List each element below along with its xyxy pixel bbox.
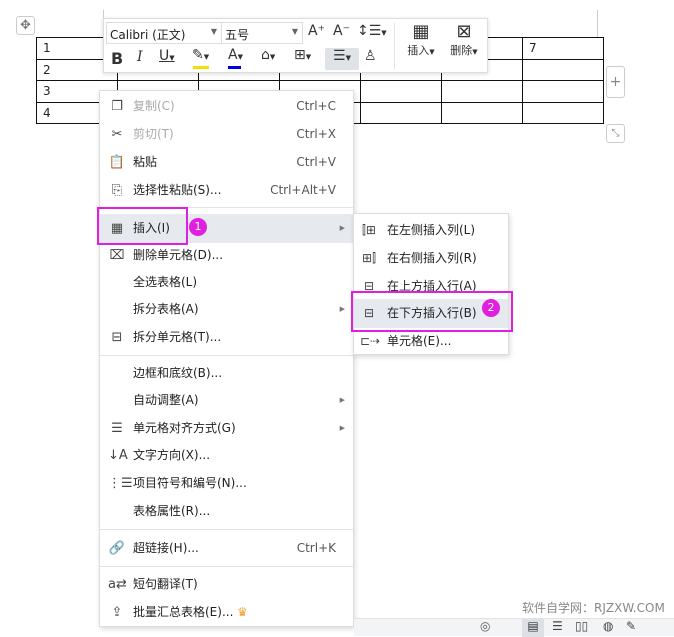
step-badge-1: 1: [189, 218, 207, 236]
shading-icon[interactable]: ⌂▼: [261, 47, 275, 63]
menu-item-cut[interactable]: ✂ 剪切(T) Ctrl+X: [100, 121, 353, 148]
reading-view-icon[interactable]: ▯▯: [575, 619, 588, 633]
insert-column-right-icon: ⊞⫿: [362, 251, 376, 265]
grow-font-icon[interactable]: A⁺: [308, 23, 325, 39]
copy-icon: ❐: [111, 99, 123, 114]
submenu-item-insert-left[interactable]: ⫿⊞ 在左侧插入列(L): [354, 216, 508, 244]
menu-item-borders[interactable]: 边框和底纹(B)...: [100, 360, 353, 387]
web-view-icon[interactable]: ◍: [603, 619, 613, 633]
floating-toolbar: Calibri (正文) ▼ 五号 ▼ A⁺ A⁻ ↕☰▼ B I U▼ ✎▼ A▼…: [103, 18, 488, 73]
crown-icon: ♛: [237, 605, 248, 619]
font-select[interactable]: Calibri (正文) ▼: [106, 22, 222, 44]
menu-item-split-table[interactable]: 拆分表格(A) ▶: [100, 296, 353, 323]
submenu-arrow-icon: ▶: [339, 224, 345, 232]
menu-item-delete-cells[interactable]: ⌧ 删除单元格(D)...: [100, 242, 353, 269]
menu-item-text-direction[interactable]: ↓A 文字方向(X)...: [100, 442, 353, 469]
highlight-box-step-1: [97, 207, 188, 245]
step-badge-2: 2: [482, 299, 500, 317]
paste-icon: 📋: [108, 155, 126, 170]
menu-item-hyperlink[interactable]: 🔗 超链接(H)... Ctrl+K: [100, 535, 353, 562]
menu-item-split-cells[interactable]: ⊟ 拆分单元格(T)...: [100, 324, 353, 351]
text-direction-icon: ↓A: [108, 448, 128, 463]
eye-protection-icon[interactable]: ◎: [480, 619, 490, 633]
submenu-item-insert-right[interactable]: ⊞⫿ 在右侧插入列(R): [354, 244, 508, 272]
delete-cell-icon: ⌧: [109, 248, 125, 263]
alignment-icon: ☰: [111, 421, 123, 436]
menu-item-paste-special[interactable]: ⎘ 选择性粘贴(S)... Ctrl+Alt+V: [100, 177, 353, 204]
resize-table-handle[interactable]: ⤡: [606, 124, 625, 143]
list-icon: ⋮☰: [108, 476, 133, 491]
delete-table-button[interactable]: ⊠ 删除▼: [443, 21, 485, 58]
link-icon: 🔗: [108, 541, 126, 556]
menu-item-autofit[interactable]: 自动调整(A) ▶: [100, 387, 353, 414]
menu-item-table-properties[interactable]: 表格属性(R)...: [100, 498, 353, 525]
font-color-icon[interactable]: A▼: [228, 47, 243, 69]
table-cell[interactable]: 7: [522, 37, 604, 60]
menu-item-copy[interactable]: ❐ 复制(C) Ctrl+C: [100, 93, 353, 120]
italic-icon[interactable]: I: [137, 49, 143, 65]
scissors-icon: ✂: [111, 127, 123, 142]
upload-table-icon: ⇪: [111, 605, 123, 620]
shrink-font-icon[interactable]: A⁻: [333, 23, 350, 39]
align-icon[interactable]: ☰▼: [325, 48, 359, 70]
pen-icon[interactable]: ✎: [626, 619, 636, 633]
insert-submenu: ⫿⊞ 在左侧插入列(L) ⊞⫿ 在右侧插入列(R) ⊟ 在上方插入行(A) ⊟ 在下方插…: [353, 213, 509, 355]
table-move-handle[interactable]: ✥: [16, 16, 35, 35]
highlight-icon[interactable]: ✎▼: [192, 47, 209, 69]
menu-item-select-table[interactable]: 全选表格(L): [100, 269, 353, 296]
split-cells-icon: ⊟: [111, 330, 123, 345]
watermark: 软件自学网：RJZXW.COM: [522, 601, 665, 615]
insert-rows-icon: ▦: [412, 21, 430, 42]
translate-icon: a⇄: [108, 577, 127, 592]
underline-icon[interactable]: U▼: [159, 48, 175, 64]
status-bar: ◎ ▤ ☰ ▯▯ ◍ ✎: [354, 618, 674, 637]
context-menu: ❐ 复制(C) Ctrl+C ✂ 剪切(T) Ctrl+X 📋 粘贴 Ctrl+V ⎘ 选择性…: [99, 90, 354, 627]
borders-icon[interactable]: ⊞▼: [294, 47, 311, 63]
menu-item-translate[interactable]: a⇄ 短句翻译(T): [100, 571, 353, 598]
paste-special-icon: ⎘: [111, 183, 123, 198]
format-painter-icon[interactable]: ♙: [364, 48, 377, 64]
menu-item-bullets[interactable]: ⋮☰ 项目符号和编号(N)...: [100, 470, 353, 497]
outline-view-icon[interactable]: ☰: [552, 619, 563, 633]
bold-icon[interactable]: B: [111, 49, 123, 68]
menu-item-paste[interactable]: 📋 粘贴 Ctrl+V: [100, 149, 353, 176]
insert-column-left-icon: ⫿⊞: [362, 223, 376, 237]
line-spacing-icon[interactable]: ↕☰▼: [357, 23, 387, 39]
add-column-button[interactable]: +: [606, 66, 625, 98]
delete-table-icon: ⊠: [456, 21, 472, 42]
menu-item-cell-alignment[interactable]: ☰ 单元格对齐方式(G) ▶: [100, 415, 353, 442]
menu-item-batch-summary[interactable]: ⇪ 批量汇总表格(E)... ♛: [100, 599, 353, 626]
page-view-icon[interactable]: ▤: [522, 619, 544, 637]
insert-table-button[interactable]: ▦ 插入▼: [401, 21, 441, 58]
font-size-select[interactable]: 五号 ▼: [221, 22, 303, 44]
